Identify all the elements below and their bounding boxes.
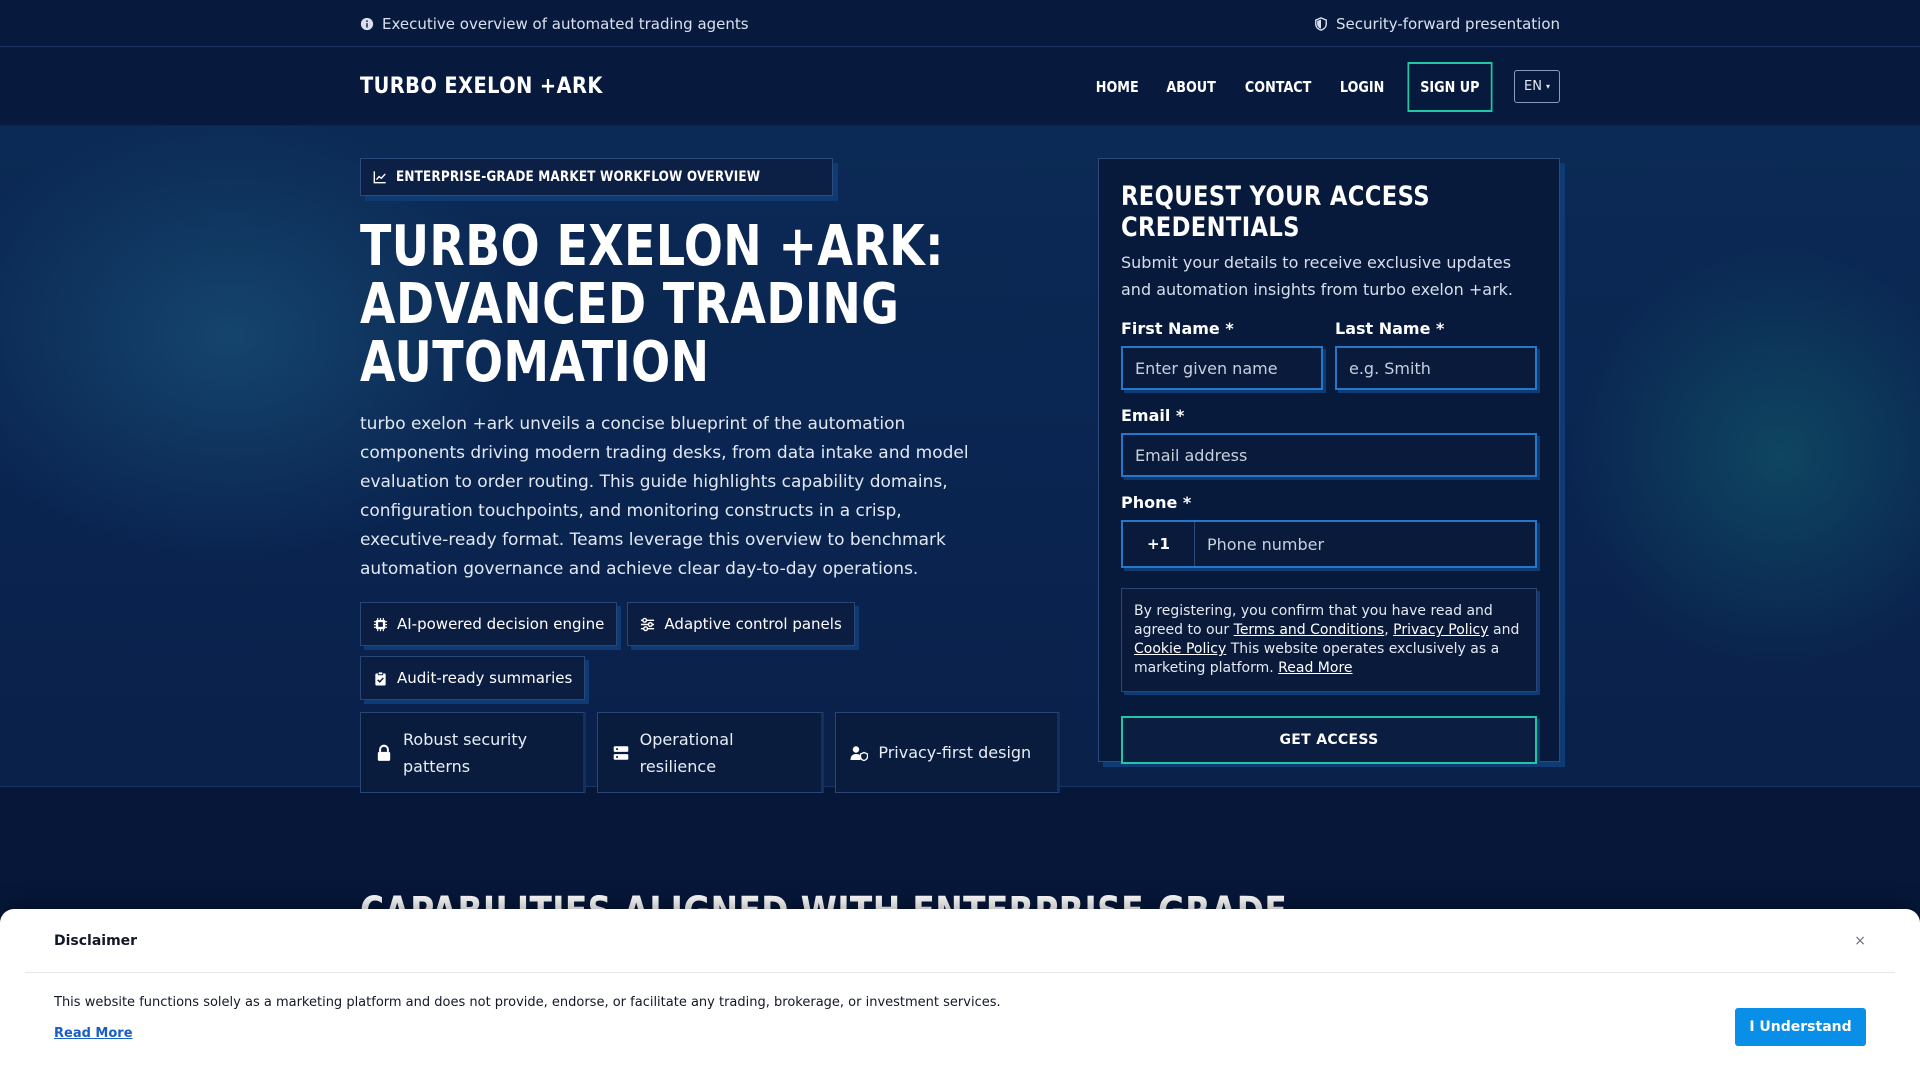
chip-control-panels: Adaptive control panels — [627, 602, 855, 646]
name-row: First Name * Enter given name Last Name … — [1121, 319, 1537, 390]
signup-button[interactable]: SIGN UP — [1407, 61, 1493, 112]
feature-label: Privacy-first design — [878, 743, 1032, 762]
topbar-right-text: Security-forward presentation — [1336, 14, 1560, 33]
chip-label: Audit-ready summaries — [397, 669, 573, 687]
close-icon[interactable]: × — [1854, 933, 1866, 949]
phone-field: Phone * +1 Phone number — [1121, 493, 1537, 568]
consent-box: By registering, you confirm that you hav… — [1121, 588, 1537, 692]
consent-comma: , — [1384, 622, 1394, 638]
last-name-input[interactable]: e.g. Smith — [1335, 346, 1537, 390]
terms-link[interactable]: Terms and Conditions — [1234, 622, 1385, 638]
sliders-icon — [641, 617, 655, 631]
email-row: Email * Email address — [1121, 406, 1537, 477]
feature-label: Robust security patterns — [403, 729, 528, 776]
last-name-field: Last Name * e.g. Smith — [1335, 319, 1537, 390]
chip-ai-engine: AI-powered decision engine — [360, 602, 618, 646]
chip-label: AI-powered decision engine — [397, 615, 605, 633]
disclaimer-read-more-link[interactable]: Read More — [54, 1026, 133, 1041]
email-field: Email * Email address — [1121, 406, 1537, 477]
shield-icon — [1315, 16, 1327, 31]
access-form-card: REQUEST YOUR ACCESS CREDENTIALS Submit y… — [1098, 158, 1560, 764]
form-title: REQUEST YOUR ACCESS CREDENTIALS — [1121, 181, 1430, 243]
i-understand-button[interactable]: I Understand — [1735, 1008, 1866, 1046]
feature-cards: Robust security patterns Operational res… — [360, 712, 1060, 793]
topbar-right: Security-forward presentation — [1314, 15, 1560, 33]
brand-logo[interactable]: TURBO EXELON +ARK — [360, 74, 603, 99]
feature-label: Operational resilience — [639, 729, 734, 776]
user-shield-icon — [850, 745, 869, 761]
disclaimer-header: Disclaimer × — [25, 909, 1895, 973]
first-name-field: First Name * Enter given name — [1121, 319, 1323, 390]
email-input[interactable]: Email address — [1121, 433, 1537, 477]
top-info-bar: Executive overview of automated trading … — [0, 0, 1920, 47]
get-access-button[interactable]: GET ACCESS — [1121, 716, 1537, 764]
last-name-label: Last Name * — [1335, 319, 1445, 338]
disclaimer-title: Disclaimer — [54, 932, 138, 949]
form-subtitle: Submit your details to receive exclusive… — [1121, 253, 1514, 299]
tagline-badge: ENTERPRISE-GRADE MARKET WORKFLOW OVERVIE… — [360, 158, 833, 196]
capabilities-section: CAPABILITIES ALIGNED WITH ENTERPRISE-GRA… — [0, 787, 1920, 935]
chip-audit-summaries: Audit-ready summaries — [360, 656, 586, 700]
topbar-left: Executive overview of automated trading … — [360, 15, 749, 33]
caret-down-icon: ▾ — [1545, 82, 1550, 91]
phone-input[interactable]: Phone number — [1195, 522, 1535, 566]
nav-contact[interactable]: CONTACT — [1245, 78, 1311, 96]
info-icon — [360, 17, 374, 30]
phone-row: Phone * +1 Phone number — [1121, 493, 1537, 568]
phone-label: Phone * — [1121, 493, 1192, 512]
chip-cpu-icon — [373, 617, 388, 631]
first-name-label: First Name * — [1121, 319, 1234, 338]
clipboard-check-icon — [375, 670, 386, 686]
server-icon — [613, 745, 628, 760]
hero-section: ENTERPRISE-GRADE MARKET WORKFLOW OVERVIE… — [0, 126, 1920, 793]
language-value: EN — [1524, 79, 1542, 94]
language-select[interactable]: EN ▾ — [1514, 70, 1560, 103]
nav-about[interactable]: ABOUT — [1166, 78, 1215, 96]
hero-content: ENTERPRISE-GRADE MARKET WORKFLOW OVERVIE… — [360, 158, 1060, 793]
topbar-left-text: Executive overview of automated trading … — [382, 14, 749, 33]
lock-icon — [377, 744, 391, 761]
navbar: TURBO EXELON +ARK HOME ABOUT CONTACT LOG… — [0, 47, 1920, 126]
feature-resilience: Operational resilience — [596, 712, 825, 793]
phone-input-group: +1 Phone number — [1121, 520, 1537, 568]
disclaimer-content: This website functions solely as a marke… — [54, 995, 1001, 1041]
tagline-text: ENTERPRISE-GRADE MARKET WORKFLOW OVERVIE… — [396, 169, 761, 185]
email-label: Email * — [1121, 406, 1185, 425]
feature-chips: AI-powered decision engine Adaptive cont… — [360, 602, 920, 700]
disclaimer-banner: Disclaimer × This website functions sole… — [0, 909, 1920, 1080]
chip-label: Adaptive control panels — [664, 615, 842, 633]
disclaimer-text: This website functions solely as a marke… — [54, 995, 1001, 1010]
feature-security: Robust security patterns — [360, 712, 586, 793]
privacy-link[interactable]: Privacy Policy — [1393, 622, 1488, 638]
hero-title: TURBO EXELON +ARK: ADVANCED TRADING AUTO… — [360, 214, 944, 395]
main-nav: HOME ABOUT CONTACT LOGIN SIGN UP EN ▾ — [1073, 61, 1560, 112]
feature-privacy: Privacy-first design — [835, 712, 1060, 793]
consent-read-more-link[interactable]: Read More — [1278, 660, 1352, 676]
consent-and: and — [1488, 622, 1520, 638]
disclaimer-body: This website functions solely as a marke… — [0, 995, 1920, 1046]
hero-lead: turbo exelon +ark unveils a concise blue… — [360, 414, 969, 579]
nav-home[interactable]: HOME — [1096, 78, 1139, 96]
first-name-input[interactable]: Enter given name — [1121, 346, 1323, 390]
phone-country-code[interactable]: +1 — [1123, 522, 1195, 566]
cookie-link[interactable]: Cookie Policy — [1134, 641, 1226, 657]
nav-login[interactable]: LOGIN — [1340, 78, 1384, 96]
chart-line-icon — [373, 171, 386, 184]
